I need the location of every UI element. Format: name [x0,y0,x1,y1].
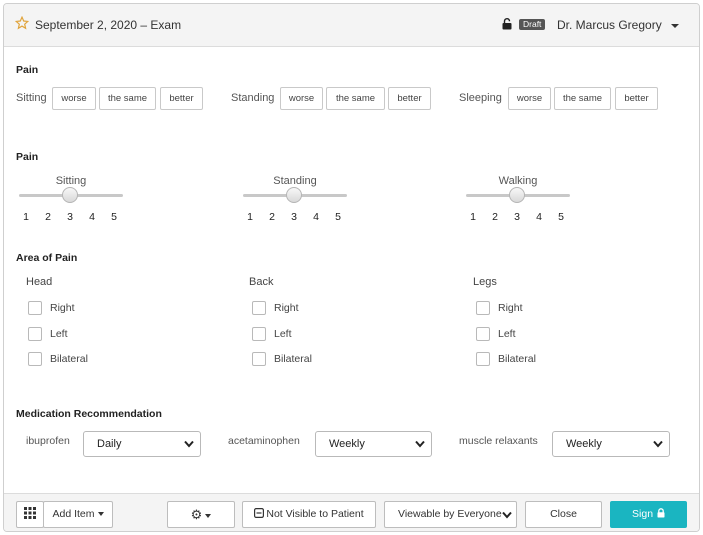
sitting-the-same-button[interactable]: the same [99,87,156,110]
slider-thumb-walking[interactable] [509,187,525,203]
visibility-select[interactable]: Viewable by Everyone [384,501,517,528]
back-right-checkbox[interactable] [252,301,266,315]
checkbox-label: Left [274,328,292,340]
med-label-muscle-relaxants: muscle relaxants [459,435,538,447]
section-title-medication: Medication Recommendation [16,408,162,420]
tick-label: 1 [23,211,29,223]
add-item-label: Add Item [52,508,95,520]
tick-label: 3 [67,211,73,223]
pain-compare-label-sitting: Sitting [16,92,47,104]
slider-label-walking: Walking [498,175,538,187]
select-value: Weekly [566,438,602,450]
tick-label: 5 [558,211,564,223]
lock-icon [657,507,665,518]
checkbox-label: Right [498,302,523,314]
tick-label: 2 [269,211,275,223]
sitting-worse-button[interactable]: worse [52,87,96,110]
checkbox-label: Bilateral [498,353,536,365]
pain-compare-label-sleeping: Sleeping [459,92,502,104]
tick-label: 3 [291,211,297,223]
header-bar: September 2, 2020 – Exam Draft Dr. Marcu… [4,4,699,47]
checkbox-label: Bilateral [274,353,312,365]
not-visible-to-patient-button[interactable]: Not Visible to Patient [242,501,376,528]
back-left-checkbox[interactable] [252,327,266,341]
slider-thumb-standing[interactable] [286,187,302,203]
select-value: Weekly [329,438,365,450]
med-label-ibuprofen: ibuprofen [26,435,70,447]
standing-the-same-button[interactable]: the same [326,87,385,110]
chevron-down-icon[interactable] [671,24,679,28]
ibuprofen-frequency-select[interactable]: Daily [83,431,201,457]
legs-right-checkbox[interactable] [476,301,490,315]
caret-down-icon [97,512,104,517]
area-group-label-legs: Legs [473,276,497,288]
select-value: Daily [97,438,122,450]
section-title-area-of-pain: Area of Pain [16,252,78,264]
footer-toolbar: Add Item ⚙ Not Visible to Patient Viewab… [4,493,699,531]
tick-label: 5 [111,211,117,223]
tick-label: 1 [247,211,253,223]
area-group-label-back: Back [249,276,274,288]
checkbox-label: Left [50,328,68,340]
tick-label: 1 [470,211,476,223]
slider-thumb-sitting[interactable] [62,187,78,203]
chevron-down-icon [502,511,512,519]
head-left-checkbox[interactable] [28,327,42,341]
tick-label: 4 [89,211,95,223]
close-label: Close [550,508,577,520]
section-title-pain-scale: Pain [16,151,39,163]
settings-menu-button[interactable]: ⚙ [167,501,235,528]
gear-icon: ⚙ [190,507,203,522]
draft-badge: Draft [519,19,546,30]
pain-compare-label-standing: Standing [231,92,275,104]
head-right-checkbox[interactable] [28,301,42,315]
tick-label: 4 [313,211,319,223]
area-group-label-head: Head [26,276,53,288]
sleeping-worse-button[interactable]: worse [508,87,551,110]
acetaminophen-frequency-select[interactable]: Weekly [315,431,432,457]
add-item-button[interactable]: Add Item [43,501,113,528]
med-label-acetaminophen: acetaminophen [228,435,300,447]
exam-title: September 2, 2020 – Exam [35,18,182,32]
tick-label: 2 [45,211,51,223]
unlock-icon [502,18,512,30]
visibility-value: Viewable by Everyone [398,508,502,520]
chevron-down-icon [653,440,663,448]
legs-bilateral-checkbox[interactable] [476,352,490,366]
checkbox-label: Right [50,302,75,314]
grid-icon [24,507,36,520]
checkbox-label: Left [498,328,516,340]
standing-better-button[interactable]: better [388,87,431,110]
chevron-down-icon [184,440,194,448]
slider-label-sitting: Sitting [55,175,87,187]
grid-menu-button[interactable] [16,501,44,528]
chevron-down-icon [415,440,425,448]
tick-label: 4 [536,211,542,223]
sleeping-better-button[interactable]: better [615,87,658,110]
not-visible-label: Not Visible to Patient [266,508,364,520]
sitting-better-button[interactable]: better [160,87,203,110]
checkbox-label: Bilateral [50,353,88,365]
sign-button[interactable]: Sign [610,501,687,528]
legs-left-checkbox[interactable] [476,327,490,341]
tick-label: 2 [492,211,498,223]
minus-square-icon [254,508,265,519]
tick-label: 3 [514,211,520,223]
star-icon[interactable] [15,16,29,30]
standing-worse-button[interactable]: worse [280,87,323,110]
sign-label: Sign [632,508,654,520]
checkbox-label: Right [274,302,299,314]
head-bilateral-checkbox[interactable] [28,352,42,366]
exam-window: September 2, 2020 – Exam Draft Dr. Marcu… [3,3,700,532]
tick-label: 5 [335,211,341,223]
slider-label-standing: Standing [273,175,317,187]
section-title-pain-compare: Pain [16,64,39,76]
caret-down-icon [205,514,212,519]
muscle-relaxants-frequency-select[interactable]: Weekly [552,431,670,457]
close-button[interactable]: Close [525,501,602,528]
doctor-name[interactable]: Dr. Marcus Gregory [557,18,662,32]
sleeping-the-same-button[interactable]: the same [554,87,611,110]
back-bilateral-checkbox[interactable] [252,352,266,366]
